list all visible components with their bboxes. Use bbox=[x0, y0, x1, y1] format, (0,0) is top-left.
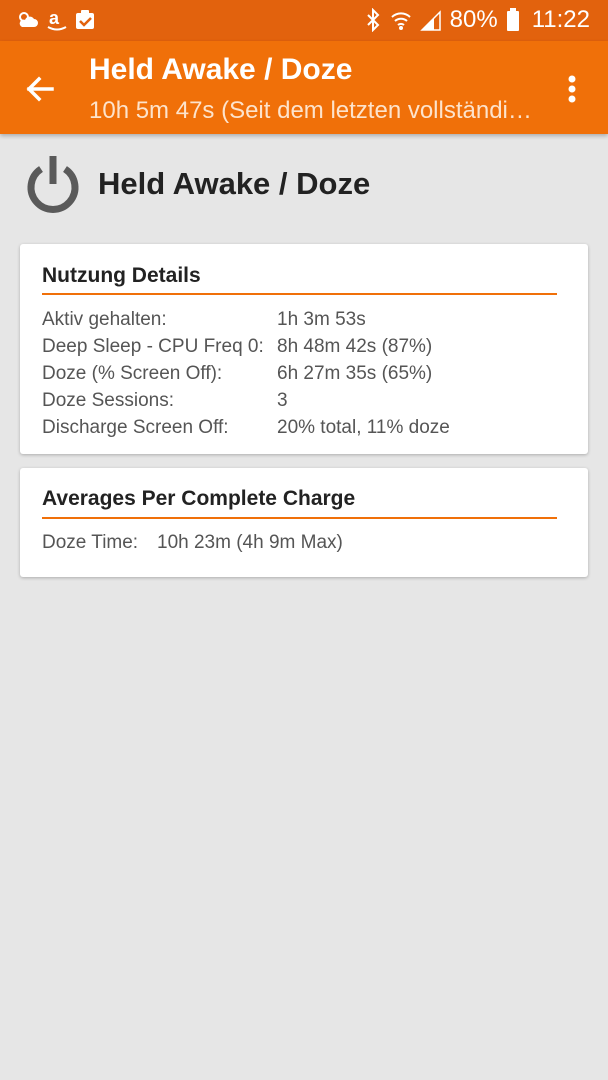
clock: 11:22 bbox=[531, 6, 590, 33]
bluetooth-icon bbox=[366, 8, 380, 32]
arrow-left-icon bbox=[26, 76, 54, 102]
usage-details-card: Nutzung Details Aktiv gehalten: 1h 3m 53… bbox=[20, 244, 588, 454]
card-title: Nutzung Details bbox=[42, 264, 201, 287]
divider bbox=[42, 517, 557, 519]
app-bar: Held Awake / Doze 10h 5m 47s (Seit dem l… bbox=[0, 41, 608, 134]
detail-value: 1h 3m 53s bbox=[277, 309, 366, 330]
svg-text:a: a bbox=[49, 8, 60, 28]
card-title: Averages Per Complete Charge bbox=[42, 487, 356, 510]
detail-value: 8h 48m 42s (87%) bbox=[277, 336, 433, 357]
system-status: 80% 11:22 bbox=[364, 6, 590, 34]
signal-icon bbox=[419, 10, 441, 31]
detail-label: Deep Sleep - CPU Freq 0: bbox=[42, 336, 264, 357]
battery-icon bbox=[506, 8, 519, 31]
battery-percent: 80% bbox=[449, 6, 498, 33]
detail-label: Aktiv gehalten: bbox=[42, 309, 167, 330]
detail-value: 6h 27m 35s (65%) bbox=[277, 363, 433, 384]
detail-value: 10h 23m (4h 9m Max) bbox=[157, 532, 343, 553]
page-header: Held Awake / Doze bbox=[24, 152, 370, 216]
amazon-icon: a bbox=[47, 8, 67, 31]
wifi-icon bbox=[390, 12, 411, 30]
page-title: Held Awake / Doze bbox=[98, 166, 371, 201]
app-bar-title: Held Awake / Doze bbox=[89, 53, 353, 86]
detail-label: Discharge Screen Off: bbox=[42, 417, 229, 438]
more-vertical-icon bbox=[568, 75, 576, 103]
back-button[interactable] bbox=[22, 71, 58, 107]
clipboard-check-icon bbox=[76, 10, 94, 29]
averages-card: Averages Per Complete Charge Doze Time: … bbox=[20, 468, 588, 577]
power-icon bbox=[27, 156, 79, 213]
detail-value: 20% total, 11% doze bbox=[277, 417, 450, 438]
detail-label: Doze Time: bbox=[42, 532, 139, 553]
status-bar: a 80% 11:22 bbox=[0, 0, 608, 41]
weather-icon bbox=[19, 12, 38, 27]
notification-icons: a bbox=[16, 8, 96, 32]
detail-value: 3 bbox=[277, 390, 288, 411]
overflow-menu-button[interactable] bbox=[560, 71, 584, 107]
divider bbox=[42, 293, 557, 295]
detail-label: Doze (% Screen Off): bbox=[42, 363, 223, 384]
detail-label: Doze Sessions: bbox=[42, 390, 175, 411]
app-bar-subtitle: 10h 5m 47s (Seit dem letzten vollständig… bbox=[89, 97, 539, 124]
